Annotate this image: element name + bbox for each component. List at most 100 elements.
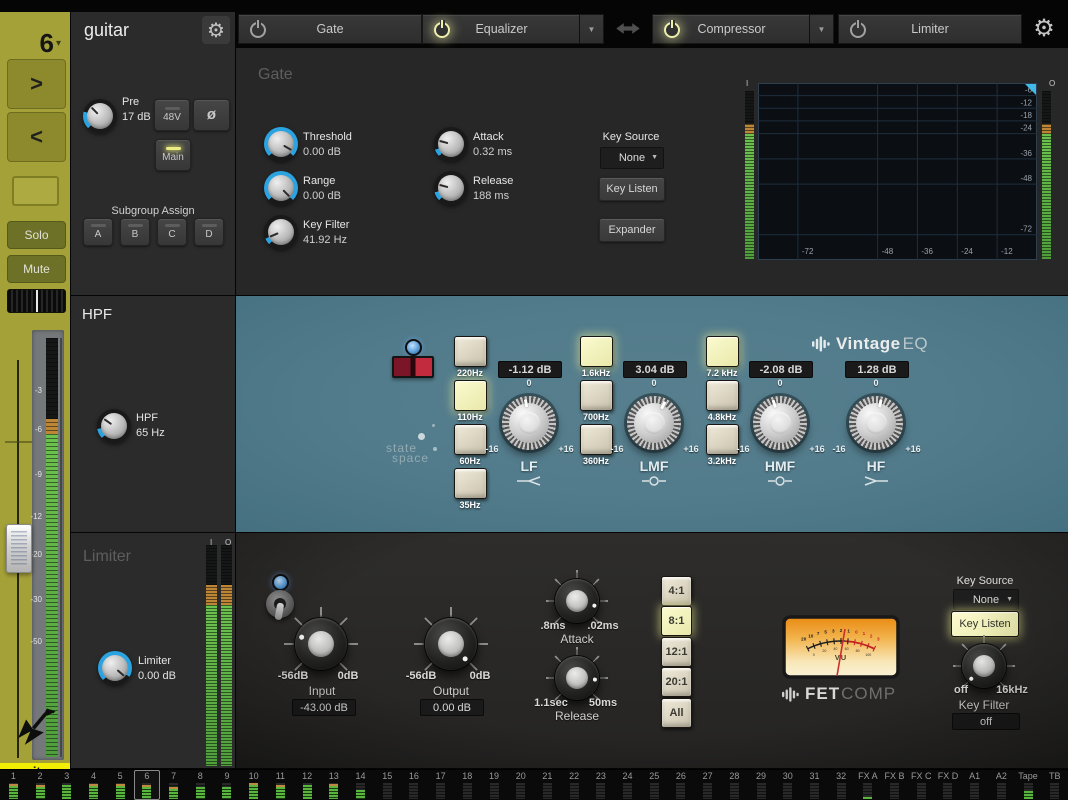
eq-hf-gain-knob[interactable]: [849, 396, 903, 450]
gate-threshold-knob[interactable]: [264, 127, 298, 161]
comp-ratio-button-12:1[interactable]: 12:1: [661, 637, 692, 667]
bridge-channel-FX-C[interactable]: FX C: [908, 770, 935, 800]
comp-ratio-button-8:1[interactable]: 8:1: [661, 606, 692, 636]
bridge-channel-31[interactable]: 31: [801, 770, 828, 800]
bridge-channel-7[interactable]: 7: [160, 770, 187, 800]
channel-select-caret-icon[interactable]: [56, 38, 61, 49]
compressor-power-icon[interactable]: [664, 22, 680, 38]
bridge-channel-21[interactable]: 21: [534, 770, 561, 800]
comp-ratio-button-20:1[interactable]: 20:1: [661, 667, 692, 697]
equalizer-model-dropdown[interactable]: [579, 14, 604, 44]
gate-expander-button[interactable]: Expander: [599, 218, 665, 242]
swap-processors-icon[interactable]: [612, 21, 644, 36]
comp-key-source-dropdown[interactable]: None: [953, 589, 1019, 610]
bridge-channel-15[interactable]: 15: [374, 770, 401, 800]
compressor-processor-button[interactable]: Compressor: [652, 14, 811, 44]
gate-release-knob[interactable]: [434, 171, 468, 205]
bridge-channel-28[interactable]: 28: [721, 770, 748, 800]
bridge-channel-4[interactable]: 4: [80, 770, 107, 800]
comp-ratio-button-All[interactable]: All: [661, 698, 692, 728]
main-assign-button[interactable]: Main: [155, 139, 191, 171]
bridge-channel-18[interactable]: 18: [454, 770, 481, 800]
pre-gain-knob[interactable]: [83, 99, 117, 133]
comp-ratio-button-4:1[interactable]: 4:1: [661, 576, 692, 606]
eq-lmf-gain-knob[interactable]: [627, 396, 681, 450]
pan-wheel[interactable]: [7, 289, 66, 313]
subgroup-c-button[interactable]: C: [157, 218, 187, 246]
bridge-channel-20[interactable]: 20: [507, 770, 534, 800]
gate-transfer-graph[interactable]: -72-48-36-24-12-6-12-18-24-36-48-72: [758, 83, 1037, 260]
next-channel-button[interactable]: >: [7, 59, 66, 109]
bridge-channel-24[interactable]: 24: [614, 770, 641, 800]
gate-key-source-dropdown[interactable]: None: [600, 147, 664, 169]
bridge-channel-9[interactable]: 9: [214, 770, 241, 800]
gate-processor-button[interactable]: Gate: [238, 14, 422, 44]
bridge-channel-8[interactable]: 8: [187, 770, 214, 800]
bridge-channel-32[interactable]: 32: [828, 770, 855, 800]
bridge-channel-6[interactable]: 6: [134, 770, 161, 800]
mute-button[interactable]: Mute: [7, 255, 66, 283]
bridge-channel-16[interactable]: 16: [401, 770, 428, 800]
bridge-channel-23[interactable]: 23: [587, 770, 614, 800]
equalizer-power-icon[interactable]: [434, 22, 450, 38]
bridge-channel-19[interactable]: 19: [481, 770, 508, 800]
bridge-channel-26[interactable]: 26: [668, 770, 695, 800]
channel-settings-gear-icon[interactable]: [202, 16, 230, 44]
hpf-knob[interactable]: [97, 409, 131, 443]
fader-cap[interactable]: [6, 524, 32, 573]
bridge-channel-30[interactable]: 30: [774, 770, 801, 800]
gate-key-listen-button[interactable]: Key Listen: [599, 177, 665, 201]
eq-lf-gain-knob[interactable]: [502, 396, 556, 450]
phantom-48v-button[interactable]: 48V: [154, 99, 190, 131]
polarity-button[interactable]: ø: [193, 99, 230, 131]
bridge-channel-29[interactable]: 29: [748, 770, 775, 800]
eq-lmf-freq-button-1.6kHz[interactable]: [580, 336, 613, 367]
eq-hmf-freq-button-4.8kHz[interactable]: [706, 380, 739, 411]
bridge-channel-5[interactable]: 5: [107, 770, 134, 800]
channel-scribble-box[interactable]: [12, 176, 59, 206]
gate-power-icon[interactable]: [250, 22, 266, 38]
bridge-channel-FX-D[interactable]: FX D: [935, 770, 962, 800]
bridge-channel-FX-A[interactable]: FX A: [855, 770, 882, 800]
eq-hmf-freq-button-7.2kHz[interactable]: [706, 336, 739, 367]
bridge-channel-25[interactable]: 25: [641, 770, 668, 800]
eq-lf-freq-button-220Hz[interactable]: [454, 336, 487, 367]
bridge-channel-A1[interactable]: A1: [961, 770, 988, 800]
bridge-channel-10[interactable]: 10: [240, 770, 267, 800]
subgroup-a-button[interactable]: A: [83, 218, 113, 246]
eq-lf-freq-button-35Hz[interactable]: [454, 468, 487, 499]
bridge-channel-14[interactable]: 14: [347, 770, 374, 800]
limiter-power-icon[interactable]: [850, 22, 866, 38]
bridge-channel-Tape[interactable]: Tape: [1015, 770, 1042, 800]
limiter-knob[interactable]: [98, 651, 132, 685]
solo-button[interactable]: Solo: [7, 221, 66, 249]
equalizer-processor-button[interactable]: Equalizer: [422, 14, 581, 44]
limiter-processor-button[interactable]: Limiter: [838, 14, 1022, 44]
eq-power-rocker-switch[interactable]: [392, 356, 434, 378]
bridge-channel-1[interactable]: 1: [0, 770, 27, 800]
gate-range-knob[interactable]: [264, 171, 298, 205]
bridge-channel-2[interactable]: 2: [27, 770, 54, 800]
channel-number[interactable]: 6: [0, 28, 54, 59]
prev-channel-button[interactable]: <: [7, 112, 66, 162]
compressor-model-dropdown[interactable]: [809, 14, 834, 44]
bridge-channel-22[interactable]: 22: [561, 770, 588, 800]
bridge-channel-TB[interactable]: TB: [1041, 770, 1068, 800]
bridge-channel-11[interactable]: 11: [267, 770, 294, 800]
eq-hmf-gain-knob[interactable]: [753, 396, 807, 450]
comp-key-listen-button[interactable]: Key Listen: [951, 611, 1019, 637]
bridge-channel-A2[interactable]: A2: [988, 770, 1015, 800]
bridge-channel-17[interactable]: 17: [427, 770, 454, 800]
eq-lf-freq-button-110Hz[interactable]: [454, 380, 487, 411]
gate-attack-knob[interactable]: [434, 127, 468, 161]
subgroup-d-button[interactable]: D: [194, 218, 224, 246]
bridge-channel-FX-B[interactable]: FX B: [881, 770, 908, 800]
bridge-channel-13[interactable]: 13: [320, 770, 347, 800]
bridge-channel-12[interactable]: 12: [294, 770, 321, 800]
eq-lmf-freq-button-700Hz[interactable]: [580, 380, 613, 411]
fx-settings-gear-icon[interactable]: [1028, 13, 1060, 43]
gate-keyfilter-knob[interactable]: [264, 215, 298, 249]
subgroup-b-button[interactable]: B: [120, 218, 150, 246]
bridge-channel-3[interactable]: 3: [53, 770, 80, 800]
bridge-channel-27[interactable]: 27: [694, 770, 721, 800]
